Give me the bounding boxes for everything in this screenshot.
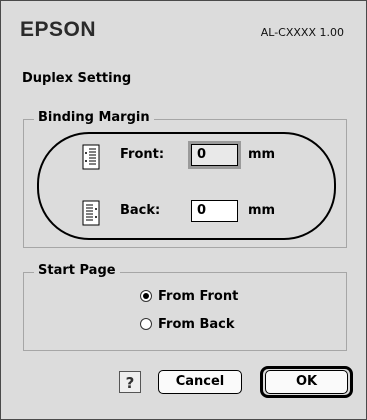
cancel-button[interactable]: Cancel (158, 370, 242, 394)
front-margin-label: Front: (120, 147, 165, 162)
help-button[interactable]: ? (119, 371, 141, 393)
binding-margin-group: Binding Margin Front: 0 mm Back: 0 mm (23, 110, 347, 248)
from-front-label[interactable]: From Front (158, 289, 238, 304)
from-front-radio[interactable] (140, 290, 152, 302)
front-margin-input[interactable]: 0 (188, 141, 241, 169)
front-margin-row: Front: 0 mm (24, 141, 346, 170)
brand-logo: EPSON (20, 18, 97, 41)
from-front-option[interactable]: From Front (140, 286, 238, 306)
front-margin-unit: mm (248, 147, 276, 162)
ok-button[interactable]: OK (265, 370, 348, 394)
page-title: Duplex Setting (22, 71, 132, 86)
start-page-group: Start Page From Front From Back (23, 263, 347, 351)
back-margin-unit: mm (248, 203, 276, 218)
back-margin-label: Back: (120, 203, 161, 218)
start-page-legend: Start Page (34, 263, 120, 278)
binding-margin-legend: Binding Margin (34, 110, 154, 125)
duplex-setting-dialog: EPSON AL-CXXXX 1.00 Duplex Setting Bindi… (0, 0, 367, 420)
from-back-label[interactable]: From Back (158, 317, 235, 332)
back-binding-page-icon (82, 200, 100, 230)
model-version: AL-CXXXX 1.00 (260, 26, 344, 39)
from-back-option[interactable]: From Back (140, 314, 235, 334)
front-binding-page-icon (82, 144, 100, 174)
back-margin-row: Back: 0 mm (24, 200, 346, 226)
from-back-radio[interactable] (140, 318, 152, 330)
back-margin-input[interactable]: 0 (191, 200, 238, 222)
